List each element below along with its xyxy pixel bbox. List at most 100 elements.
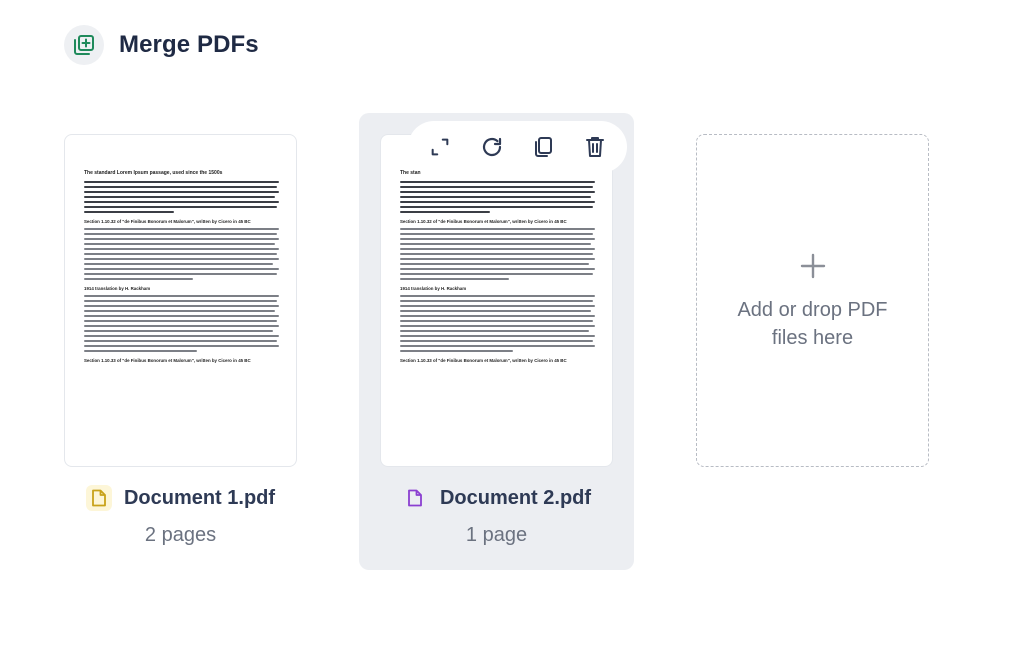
document-thumbnail[interactable]: The standard Lorem Ipsum passage, used s… (64, 134, 297, 467)
paragraph-lines (84, 228, 279, 281)
text-line (400, 325, 595, 328)
paragraph-lines (84, 295, 279, 353)
paragraph-lines (400, 228, 595, 281)
text-line (84, 335, 279, 338)
text-line (84, 310, 276, 313)
dropzone-text: Add or drop PDF files here (737, 298, 888, 349)
preview-title: The standard Lorem Ipsum passage, used s… (84, 170, 223, 176)
text-line (84, 305, 279, 308)
page-count: 1 page (465, 524, 528, 546)
expand-icon (431, 138, 449, 156)
text-line (400, 233, 594, 236)
text-line (400, 295, 595, 298)
page-header: Merge PDFs (64, 25, 259, 65)
add-files-dropzone[interactable]: Add or drop PDF files here (696, 134, 929, 467)
text-line (400, 210, 490, 214)
text-line (84, 243, 276, 246)
text-line (84, 344, 279, 348)
text-line (400, 272, 594, 276)
text-line (84, 195, 276, 199)
text-line (84, 339, 278, 343)
text-line (400, 315, 595, 318)
preview-section-heading: Section 1.10.32 of "de Finibus Bonorum e… (84, 219, 251, 225)
text-line (84, 205, 278, 209)
file-name: Document 2.pdf (439, 486, 592, 509)
text-line (84, 320, 278, 323)
text-line (84, 258, 279, 261)
text-line (84, 181, 279, 184)
rotate-icon (482, 137, 501, 157)
text-line (400, 181, 595, 184)
delete-button[interactable] (575, 127, 615, 167)
text-line (400, 205, 594, 209)
file-label-row: Document 1.pdf (64, 485, 297, 511)
text-line (84, 185, 278, 189)
page-count: 2 pages (144, 524, 217, 546)
preview-section-heading: Section 1.10.32 of "de Finibus Bonorum e… (400, 219, 567, 225)
paragraph-lines (400, 181, 595, 214)
text-line (84, 200, 279, 204)
text-line (400, 320, 594, 323)
document-thumbnail[interactable]: The stan Section 1.10.32 of "de Finibus B… (380, 134, 613, 467)
text-line (400, 243, 592, 246)
text-line (84, 253, 278, 256)
copy-icon (535, 137, 553, 157)
text-line (400, 339, 594, 343)
page-preview: The standard Lorem Ipsum passage, used s… (84, 170, 279, 367)
text-line (84, 295, 279, 298)
page-title: Merge PDFs (119, 31, 259, 58)
text-line (84, 300, 278, 303)
document-card-2[interactable]: The stan Section 1.10.32 of "de Finibus B… (380, 134, 613, 546)
text-line (400, 200, 595, 204)
text-line (400, 190, 595, 194)
text-line (400, 195, 592, 199)
preview-section-heading: 1914 translation by H. Rackham (400, 286, 467, 292)
text-line (84, 248, 279, 251)
text-line (400, 305, 595, 308)
text-line (400, 258, 595, 261)
text-line (400, 248, 595, 251)
text-line (400, 262, 590, 266)
document-toolbar (408, 121, 627, 173)
text-line (84, 272, 278, 276)
add-pages-icon (64, 25, 104, 65)
file-name: Document 1.pdf (123, 486, 276, 509)
text-line (84, 315, 279, 318)
text-line (400, 344, 595, 348)
text-line (400, 238, 595, 241)
text-line (84, 267, 279, 271)
text-line (84, 238, 279, 241)
text-line (400, 228, 595, 231)
paragraph-lines (84, 181, 279, 214)
text-line (84, 233, 278, 236)
text-line (400, 277, 510, 281)
text-line (400, 267, 595, 271)
text-line (400, 253, 594, 256)
text-line (84, 330, 274, 333)
preview-section-heading: Section 1.10.33 of "de Finibus Bonorum e… (400, 358, 567, 364)
paragraph-lines (400, 295, 595, 353)
text-line (400, 310, 592, 313)
text-line (84, 325, 279, 328)
preview-section-heading: 1914 translation by H. Rackham (84, 286, 151, 292)
text-line (84, 210, 174, 214)
text-line (84, 277, 194, 281)
preview-section-heading: Section 1.10.33 of "de Finibus Bonorum e… (84, 358, 251, 364)
text-line (400, 185, 594, 189)
document-card-1[interactable]: The standard Lorem Ipsum passage, used s… (64, 134, 297, 546)
duplicate-button[interactable] (523, 127, 563, 167)
rotate-button[interactable] (472, 127, 512, 167)
text-line (84, 349, 198, 353)
expand-button[interactable] (420, 127, 460, 167)
text-line (84, 228, 279, 231)
file-icon (401, 485, 428, 511)
plus-icon (799, 250, 827, 286)
text-line (84, 262, 274, 266)
text-line (400, 300, 594, 303)
text-line (400, 335, 595, 338)
text-line (84, 190, 279, 194)
text-line (400, 349, 514, 353)
trash-icon (586, 137, 605, 157)
page-preview: The stan Section 1.10.32 of "de Finibus B… (400, 170, 595, 367)
text-line (400, 330, 590, 333)
